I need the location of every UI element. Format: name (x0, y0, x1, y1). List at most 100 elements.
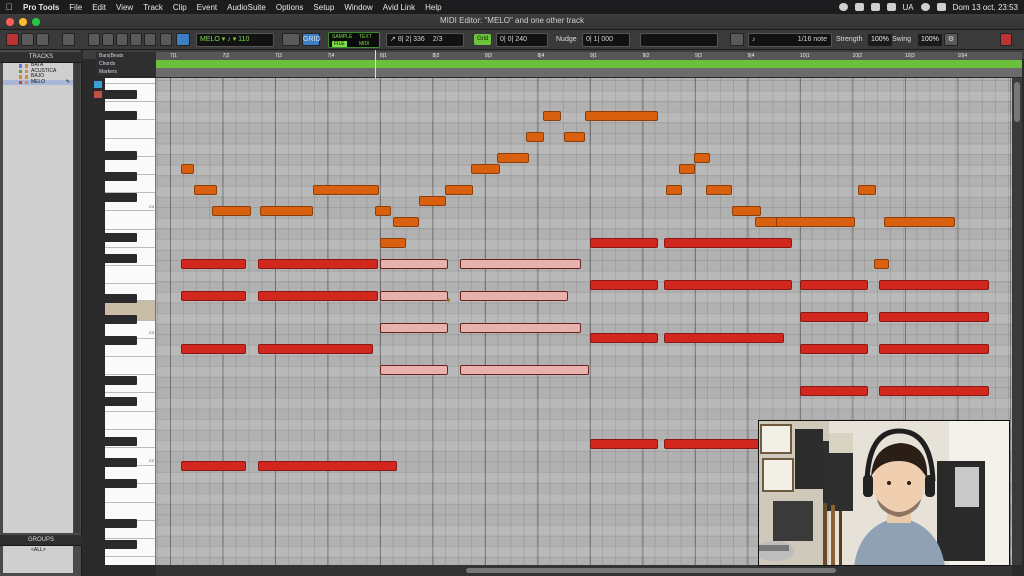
gear-icon[interactable]: ⚙ (944, 33, 958, 46)
midi-note[interactable] (800, 280, 869, 291)
midi-note[interactable] (679, 163, 695, 174)
smart-tool-icon[interactable] (176, 33, 190, 46)
apple-icon[interactable]:  (0, 2, 18, 12)
menu-edit[interactable]: Edit (87, 3, 111, 12)
position-field[interactable]: ↗ 8| 2| 336 2/3 (386, 33, 464, 47)
midi-note[interactable] (257, 344, 374, 354)
mirror-midi-button[interactable] (282, 33, 300, 46)
midi-note[interactable] (257, 291, 379, 301)
midi-note[interactable] (800, 312, 869, 323)
midi-note[interactable] (663, 333, 785, 344)
menu-setup[interactable]: Setup (308, 3, 339, 12)
menu-app-name[interactable]: Pro Tools (18, 3, 64, 12)
black-key[interactable] (105, 457, 137, 467)
midi-note-selected[interactable] (460, 322, 582, 333)
midi-note[interactable] (878, 280, 989, 291)
midi-note[interactable] (590, 333, 659, 344)
grid-value-field[interactable]: 0| 0| 240 (496, 33, 548, 47)
menu-event[interactable]: Event (192, 3, 222, 12)
midi-note[interactable] (193, 185, 218, 195)
bars-beats-ruler-label[interactable]: Bars|Beats (96, 52, 156, 60)
pencil-icon[interactable]: ✎ (66, 79, 70, 86)
record-enable-button[interactable] (6, 33, 19, 46)
black-key[interactable] (105, 253, 137, 263)
midi-note-selected[interactable] (460, 259, 582, 270)
vertical-scrollbar[interactable] (1012, 78, 1022, 565)
midi-note-selected[interactable] (380, 291, 449, 301)
midi-note[interactable] (800, 344, 869, 354)
control-center-icon[interactable] (936, 3, 946, 11)
avid-link-icon[interactable] (870, 3, 880, 11)
dropbox-icon[interactable] (854, 3, 864, 11)
track-selector-dropdown[interactable]: MELO ▾ ♪ ▾ 110 (196, 33, 274, 47)
window-close-icon[interactable] (1000, 33, 1012, 46)
midi-note[interactable] (693, 153, 710, 164)
black-key[interactable] (105, 232, 137, 242)
midi-note[interactable] (497, 153, 529, 164)
trim-tool-icon[interactable] (102, 33, 114, 46)
midi-note[interactable] (419, 195, 446, 206)
nudge-value-field[interactable]: 0| 1| 000 (582, 33, 630, 47)
menu-options[interactable]: Options (271, 3, 309, 12)
strength-label[interactable]: Strength (836, 34, 862, 46)
counter-mode-display[interactable]: SAMPLE TEXT FILE MIDI (328, 32, 380, 48)
black-key[interactable] (105, 478, 137, 488)
horizontal-scroll-thumb[interactable] (466, 568, 836, 573)
midi-note[interactable] (873, 259, 890, 270)
midi-note[interactable] (663, 439, 761, 450)
midi-note[interactable] (180, 344, 247, 354)
pencil-tool-icon[interactable] (160, 33, 172, 46)
midi-note[interactable] (180, 460, 247, 471)
midi-note[interactable] (180, 259, 247, 270)
midi-note[interactable] (731, 206, 761, 217)
midi-note[interactable] (180, 163, 194, 174)
playhead-cursor[interactable] (375, 50, 376, 80)
search-icon[interactable] (730, 33, 744, 46)
piano-keyboard[interactable]: C4 C3 C2 (105, 78, 156, 565)
swing-value[interactable]: 100% (918, 34, 942, 46)
midi-note[interactable] (705, 185, 732, 195)
vertical-scroll-thumb[interactable] (1014, 82, 1020, 122)
midi-note[interactable] (257, 259, 379, 270)
midi-note[interactable] (470, 163, 500, 174)
zoom-tool-icon[interactable] (88, 33, 100, 46)
chords-ruler-label[interactable]: Chords (96, 60, 156, 68)
midi-note[interactable] (857, 185, 877, 195)
midi-note[interactable] (584, 110, 659, 121)
menu-window[interactable]: Window (339, 3, 377, 12)
midi-note[interactable] (590, 280, 659, 291)
grid-label[interactable]: Grid (474, 34, 492, 45)
bars-beats-ruler[interactable]: 7|1 7|2 7|3 7|4 8|1 8|2 8|3 8|4 9|1 9|2 9|3 9|4 10|1… (156, 52, 1022, 60)
menu-audiosuite[interactable]: AudioSuite (222, 3, 271, 12)
selector-tool-icon[interactable] (116, 33, 128, 46)
midi-note[interactable] (590, 238, 659, 248)
markers-ruler-label[interactable]: Markers (96, 68, 156, 76)
midi-note[interactable] (663, 238, 793, 248)
midi-note[interactable] (800, 386, 869, 397)
midi-note[interactable] (563, 132, 585, 142)
midi-note[interactable] (525, 132, 545, 142)
black-key[interactable] (105, 335, 137, 345)
battery-icon[interactable] (886, 3, 896, 11)
midi-note[interactable] (666, 185, 682, 195)
quantize-grid-field[interactable]: ♪ 1/16 note (748, 33, 832, 47)
input-source-indicator[interactable]: UA (903, 3, 914, 12)
midi-note[interactable] (878, 344, 989, 354)
swing-label[interactable]: Swing (892, 34, 911, 46)
strength-value[interactable]: 100% (868, 34, 892, 46)
group-row-all[interactable]: <ALL> (3, 546, 73, 553)
midi-note[interactable] (374, 206, 391, 217)
nudge-label[interactable]: Nudge (556, 34, 577, 46)
black-key[interactable] (105, 90, 137, 99)
midi-note[interactable] (884, 216, 955, 227)
midi-note-selected[interactable] (460, 291, 568, 301)
menu-avid-link[interactable]: Avid Link (378, 3, 420, 12)
midi-note[interactable] (878, 386, 989, 397)
black-key[interactable] (105, 110, 137, 120)
menu-file[interactable]: File (64, 3, 87, 12)
midi-note-selected[interactable] (460, 365, 589, 376)
black-key[interactable] (105, 314, 137, 324)
midi-note[interactable] (444, 185, 474, 195)
menubar-clock[interactable]: Dom 13 oct. 23:53 (953, 3, 1018, 12)
menu-clip[interactable]: Clip (168, 3, 192, 12)
